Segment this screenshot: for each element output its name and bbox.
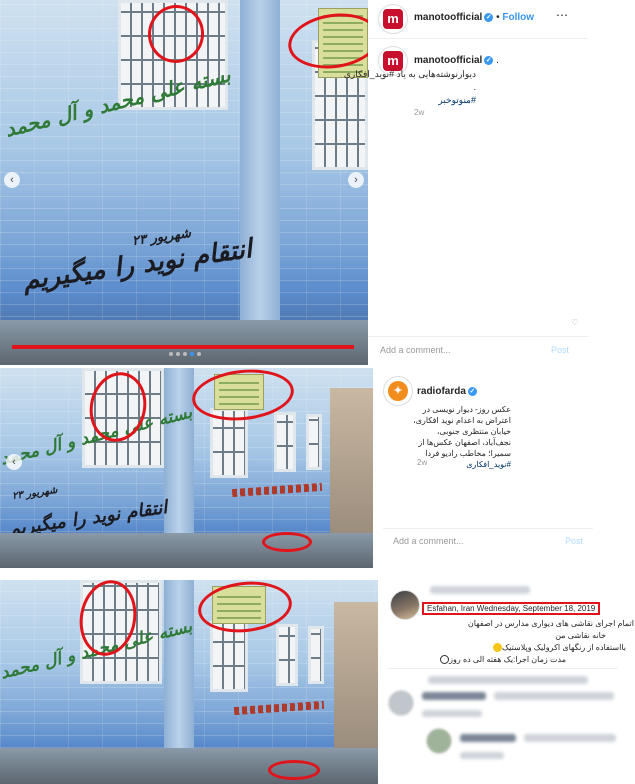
next-arrow-icon[interactable]: › <box>348 172 364 188</box>
blurred-username <box>430 586 530 594</box>
previous-arrow-icon[interactable]: ‹ <box>6 454 22 470</box>
panel-radiofarda-post: بسته علی محمد و آل محمد انتقام نوید را م… <box>0 368 635 568</box>
adjacent-building <box>334 602 378 752</box>
post-photo[interactable]: بسته علی محمد و آل محمد انتقام نوید را م… <box>0 0 368 365</box>
blurred-comment <box>524 734 616 742</box>
hashtag-link[interactable]: #منوتوخبر <box>408 94 476 107</box>
commenter-avatar[interactable] <box>388 690 414 716</box>
blurred-comment <box>428 676 588 684</box>
clock-emoji-icon <box>440 655 450 665</box>
blurred-comment <box>422 692 486 700</box>
follow-button[interactable]: Follow <box>502 12 534 23</box>
like-comment-icon[interactable]: ♡ <box>571 318 578 327</box>
manoto-logo-icon: m <box>383 9 403 29</box>
post-location-date: Esfahan, Iran Wednesday, September 18, 2… <box>422 602 601 615</box>
post-comment-button[interactable]: Post <box>565 536 583 546</box>
caption-username[interactable]: manotoofficial ✓ . <box>414 55 499 66</box>
blurred-comment <box>422 710 482 717</box>
verified-badge-icon: ✓ <box>467 386 477 396</box>
add-comment-input[interactable]: Add a comment... <box>393 536 464 546</box>
more-options-icon[interactable]: ⋯ <box>556 8 569 22</box>
annotation-underline <box>12 345 354 349</box>
radiofarda-logo-icon: ✦ <box>388 381 408 401</box>
building-window <box>276 624 298 686</box>
building-window <box>274 412 296 472</box>
adjacent-building <box>330 388 373 538</box>
post-header: manotoofficial ✓ • Follow <box>414 12 535 23</box>
verified-badge-icon: ✓ <box>484 55 494 65</box>
blurred-comment <box>460 734 516 742</box>
blurred-comment <box>460 752 504 759</box>
post-time: 2w <box>414 108 425 117</box>
building-window <box>308 626 324 684</box>
caption-username[interactable]: radiofarda ✓ <box>417 386 477 397</box>
post-sidebar: ✦ radiofarda ✓ عکس روز- دیوار نویسی در اع… <box>373 368 635 568</box>
user-avatar[interactable] <box>390 590 420 620</box>
building-window <box>306 414 322 470</box>
caption-text: دیوارنوشته‌هایی به یاد #نوید_افکاری . #م… <box>343 69 476 107</box>
building-pillar <box>240 0 280 320</box>
annotation-circle <box>262 532 312 552</box>
radiofarda-avatar[interactable]: ✦ <box>383 376 413 406</box>
carousel-indicator <box>169 352 201 356</box>
caption-line: اتمام اجرای نقاشی های دیواری مدارس در اص… <box>467 619 634 628</box>
post-photo[interactable]: بسته علی محمد و آل محمد <box>0 580 378 784</box>
blurred-comment <box>494 692 614 700</box>
caption-line: مدت زمان اجرا:یک هفته الی ده روز <box>426 654 566 665</box>
post-sidebar: m manotoofficial ✓ • Follow ⋯ m manotooff… <box>343 0 635 365</box>
add-comment-input[interactable]: Add a comment... <box>380 345 451 355</box>
panel-manoto-post: بسته علی محمد و آل محمد انتقام نوید را م… <box>0 0 635 365</box>
paint-emoji-icon <box>493 643 502 653</box>
building-pillar <box>164 368 194 538</box>
post-photo[interactable]: بسته علی محمد و آل محمد انتقام نوید را م… <box>0 368 373 568</box>
account-name[interactable]: manotoofficial <box>414 12 482 23</box>
manoto-avatar[interactable]: m <box>378 4 408 34</box>
post-time: 2w <box>417 458 428 467</box>
building-pillar <box>164 580 194 750</box>
caption-line: خانه نقاشی من <box>555 631 606 640</box>
caption-line: بااستفاده از رنگهای اکرولیک وپلاستیک <box>426 642 626 653</box>
previous-arrow-icon[interactable]: ‹ <box>4 172 20 188</box>
verified-badge-icon: ✓ <box>484 12 494 22</box>
post-comment-button[interactable]: Post <box>551 345 569 355</box>
panel-painter-post: بسته علی محمد و آل محمد Esfahan, Iran We… <box>0 580 635 784</box>
commenter-avatar[interactable] <box>426 728 452 754</box>
annotation-circle <box>268 760 320 780</box>
post-sidebar: Esfahan, Iran Wednesday, September 18, 2… <box>378 580 635 784</box>
